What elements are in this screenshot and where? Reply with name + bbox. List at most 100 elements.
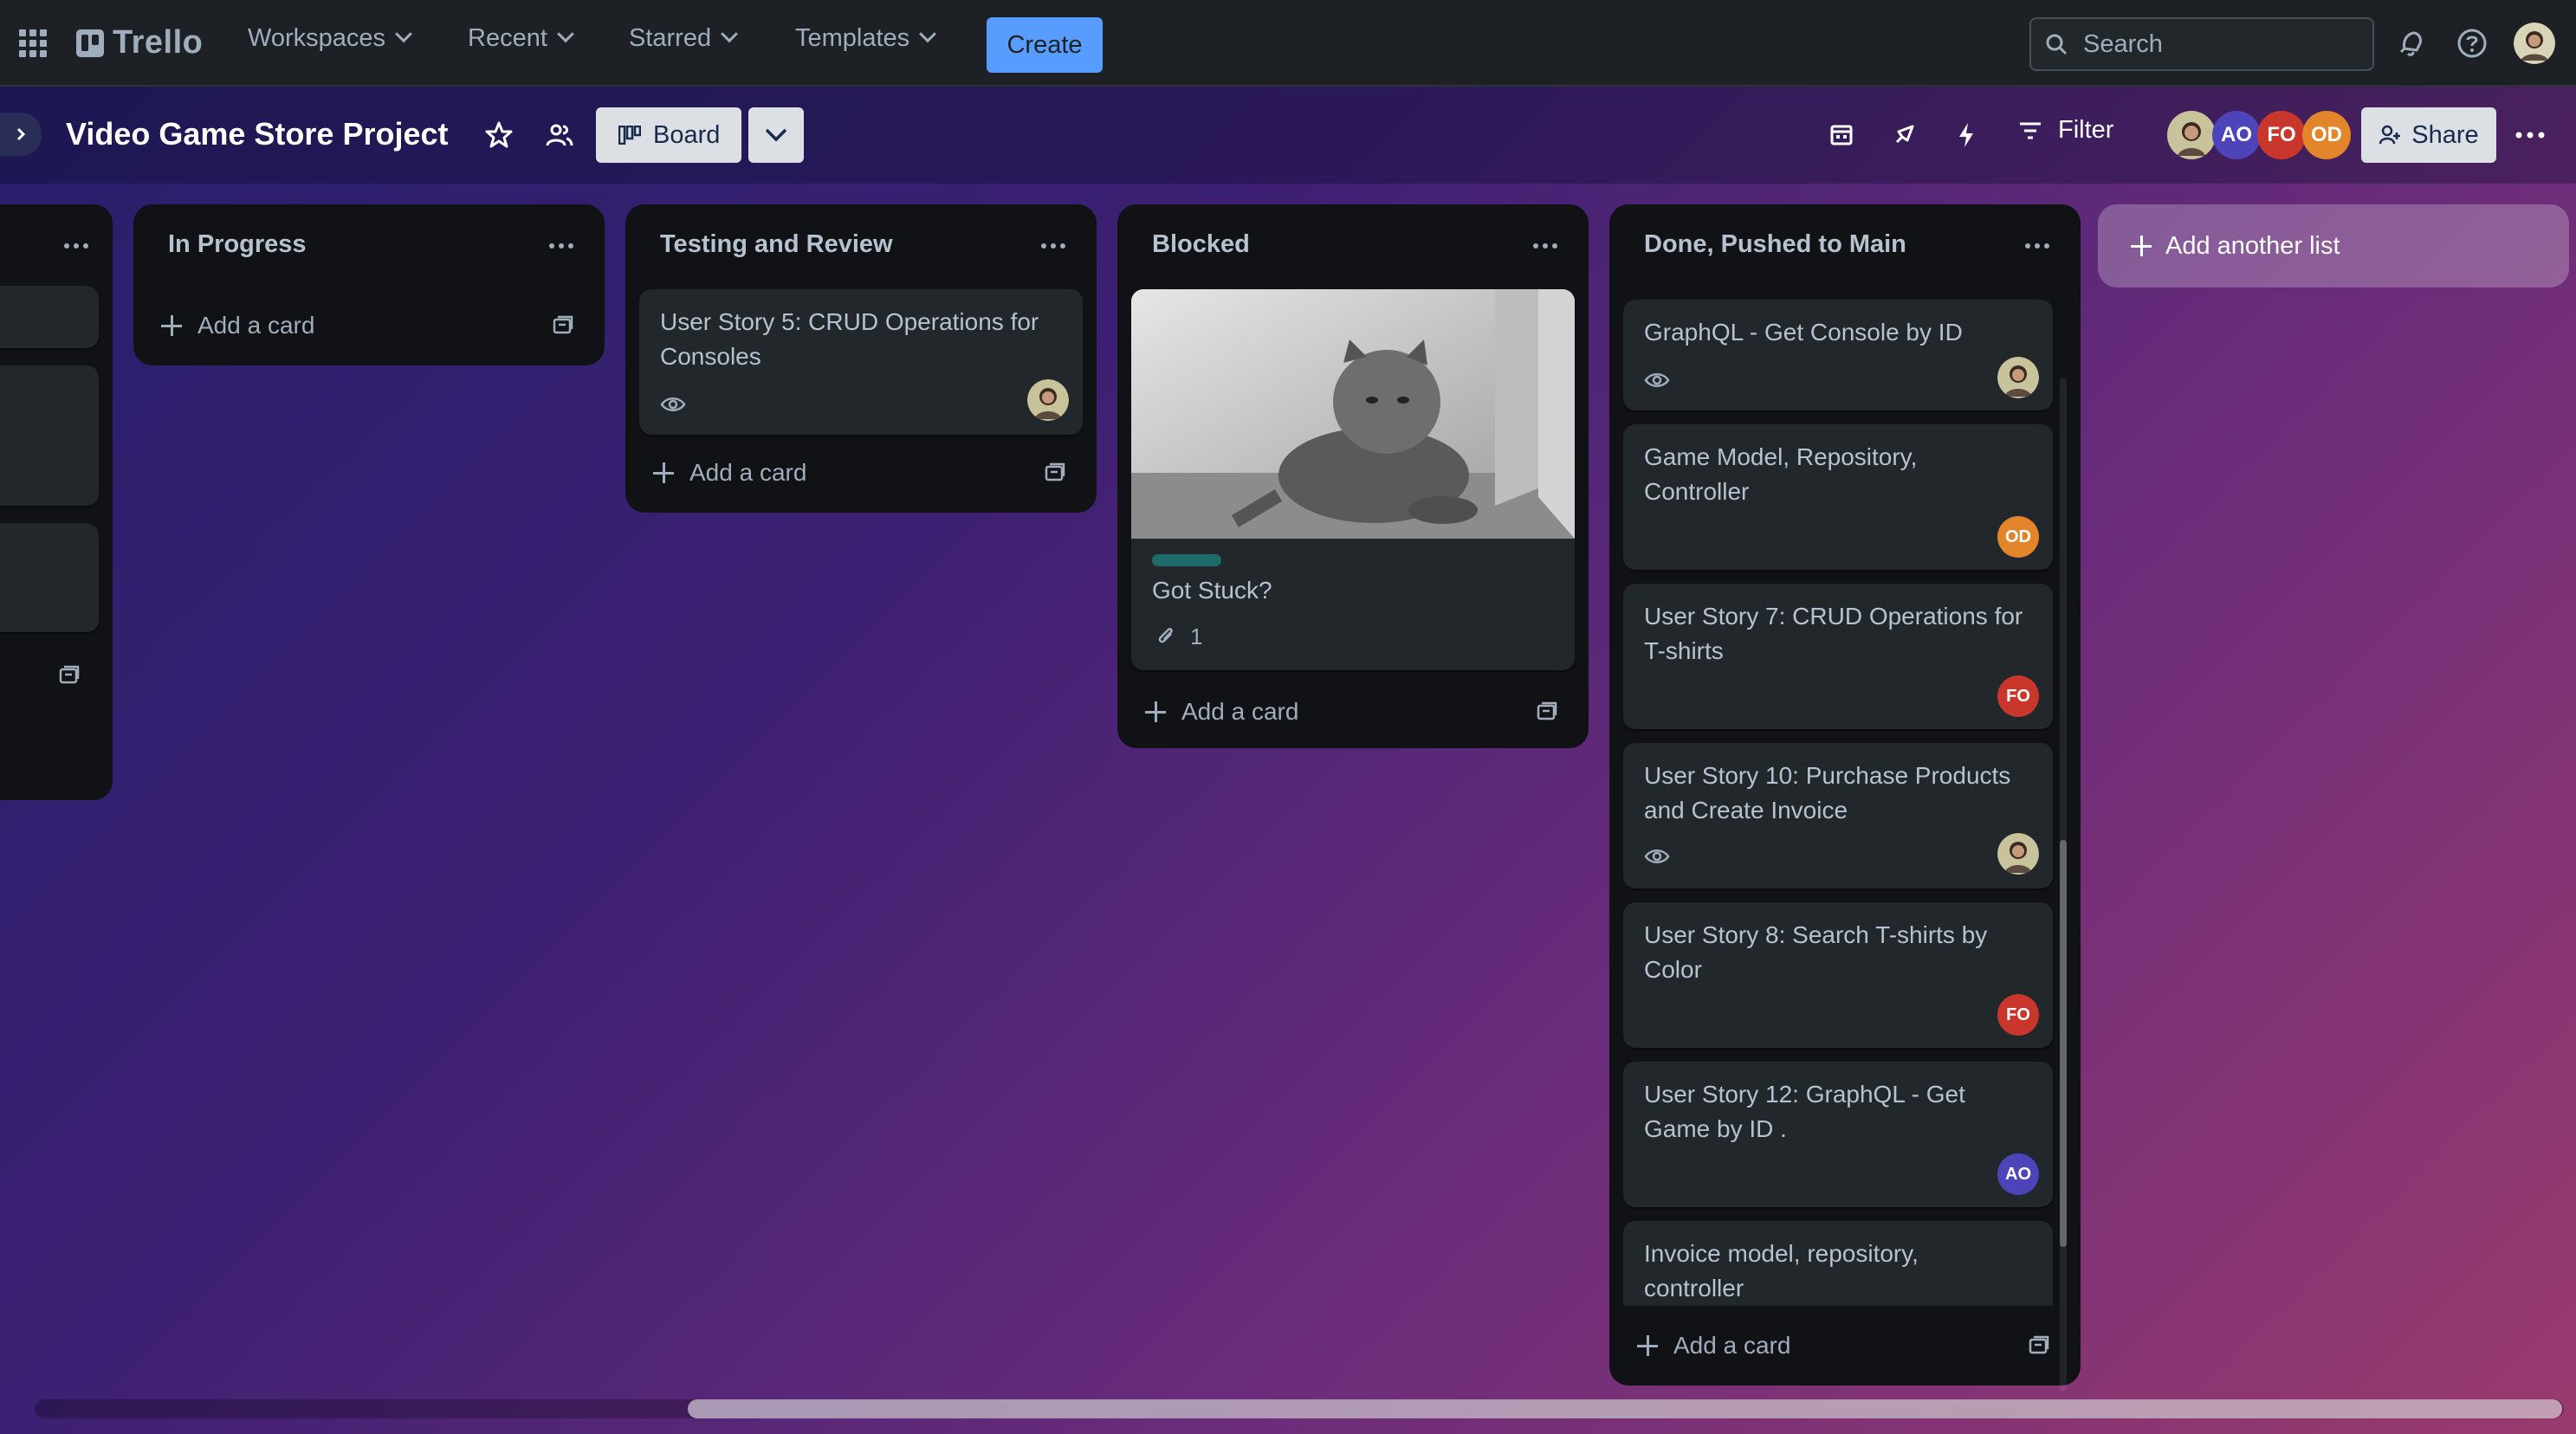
card-label[interactable] [1152,554,1221,566]
app-switcher-icon[interactable] [19,29,47,57]
nav-starred[interactable]: Starred [629,24,739,53]
share-button[interactable]: Share [2361,107,2496,163]
rocket-icon[interactable] [1888,120,1919,151]
member-avatar-fo[interactable]: FO [1997,994,2039,1036]
card[interactable]: GraphQL - Get Console by ID [1623,300,2053,410]
notifications-icon[interactable] [2394,26,2429,61]
list-vertical-scrollbar-thumb[interactable] [2060,840,2067,1247]
add-card-label: Add a card [197,312,315,339]
attachment-icon [1158,628,1173,643]
list-actions-icon[interactable] [2020,236,2055,256]
member-avatar[interactable] [2167,111,2216,159]
create-from-template-icon[interactable] [1535,700,1559,724]
list-title[interactable]: Blocked [1152,230,1250,259]
board-members: AO FO OD [2167,111,2351,159]
add-card-button[interactable]: Add a card [1145,698,1298,726]
member-avatar[interactable] [1027,379,1069,421]
watching-eye-icon [1644,849,1670,863]
card[interactable] [0,523,99,632]
list-in-progress: In Progress Add a card [133,204,605,365]
top-navigation-bar: Trello Workspaces Recent Starred Templat… [0,0,2576,87]
card[interactable]: User Story 7: CRUD Operations for T-shir… [1623,584,2053,729]
nav-starred-label: Starred [629,24,712,52]
trello-logo[interactable]: Trello [76,24,203,61]
member-avatar-od[interactable]: OD [1997,516,2039,558]
attachment-count: 1 [1190,623,1203,649]
member-avatar-fo[interactable]: FO [1997,675,2039,717]
create-from-template-icon[interactable] [1043,461,1067,485]
watching-eye-icon [1644,373,1670,387]
automation-icon[interactable] [1951,120,1982,151]
card[interactable]: Game Model, Repository, Controller OD [1623,424,2053,570]
list-title[interactable]: In Progress [168,230,307,259]
list-actions-icon[interactable] [544,236,579,256]
add-card-button[interactable]: Add a card [653,459,806,487]
card[interactable]: User Story 12: GraphQL - Get Game by ID … [1623,1062,2053,1207]
card-title: User Story 12: GraphQL - Get Game by ID … [1644,1081,1965,1142]
filter-icon [2020,122,2041,139]
create-button[interactable]: Create [987,17,1103,73]
create-from-template-icon[interactable] [2027,1334,2051,1358]
card-title: GraphQL - Get Console by ID [1644,319,1963,346]
list-done-pushed-to-main: Done, Pushed to Main GraphQL - Get Conso… [1609,204,2081,1386]
chevron-down-icon [919,24,937,42]
chevron-down-icon [765,128,787,142]
member-avatar[interactable] [1997,833,2039,875]
nav-workspaces[interactable]: Workspaces [248,24,412,53]
star-icon[interactable] [483,120,515,151]
member-avatar[interactable] [1997,357,2039,398]
create-from-template-icon[interactable] [551,313,575,338]
search-input[interactable] [2083,29,2360,59]
watching-eye-icon [660,397,686,411]
list-actions-icon[interactable] [1528,236,1563,256]
board-horizontal-scrollbar-thumb[interactable] [688,1399,2562,1418]
trello-logo-icon [76,29,104,57]
search-icon [2046,34,2068,55]
card[interactable]: Invoice model, repository, controller [1623,1221,2053,1306]
share-person-icon [2379,125,2401,145]
list-title[interactable]: Testing and Review [660,230,893,259]
list-partial [0,204,113,800]
list-cards-scroll-area[interactable]: GraphQL - Get Console by ID Game Model, … [1609,289,2081,1306]
chevron-right-icon [16,127,26,141]
board-title[interactable]: Video Game Store Project [66,116,449,152]
add-card-label: Add a card [1181,698,1299,725]
nav-templates[interactable]: Templates [795,24,937,53]
help-icon[interactable] [2455,26,2489,61]
view-switcher-dropdown[interactable] [748,107,804,163]
member-avatar-ao[interactable]: AO [1997,1153,2039,1195]
board-view-button[interactable]: Board [596,107,741,163]
chevron-down-icon [556,24,574,42]
card[interactable]: Got Stuck? 1 [1131,289,1575,670]
expand-sidebar-button[interactable] [0,113,42,156]
search-box[interactable] [2029,17,2374,71]
add-another-list-button[interactable]: Add another list [2098,204,2569,287]
card-title: User Story 8: Search T-shirts by Color [1644,921,1988,983]
plus-icon [2131,236,2152,256]
member-avatar-ao[interactable]: AO [2212,111,2261,159]
workspace-visibility-icon[interactable] [544,120,575,151]
card[interactable]: User Story 10: Purchase Products and Cre… [1623,743,2053,888]
add-card-button[interactable]: Add a card [1637,1332,1790,1360]
card[interactable]: User Story 8: Search T-shirts by Color F… [1623,902,2053,1048]
filter-label: Filter [2058,116,2114,144]
add-card-button[interactable]: Add a card [161,312,314,339]
list-actions-icon[interactable] [59,236,94,256]
list-title[interactable]: Done, Pushed to Main [1644,230,1906,259]
list-actions-icon[interactable] [1036,236,1071,256]
card[interactable]: User Story 5: CRUD Operations for Consol… [639,289,1083,435]
card[interactable] [0,286,99,348]
create-from-template-icon[interactable] [57,663,81,688]
board-header: Video Game Store Project Board Filter AO… [0,87,2576,184]
member-avatar-od[interactable]: OD [2302,111,2351,159]
more-options-icon[interactable] [2508,120,2552,151]
member-avatar-fo[interactable]: FO [2257,111,2306,159]
card[interactable] [0,365,99,506]
plus-icon [1145,701,1166,722]
card-title: Game Model, Repository, Controller [1644,443,1918,505]
board-canvas: Video Game Store Project Board Filter AO… [0,87,2576,1434]
filter-button[interactable]: Filter [2018,116,2113,145]
nav-recent[interactable]: Recent [468,24,574,53]
account-avatar[interactable] [2514,23,2555,64]
calendar-icon[interactable] [1826,120,1857,151]
